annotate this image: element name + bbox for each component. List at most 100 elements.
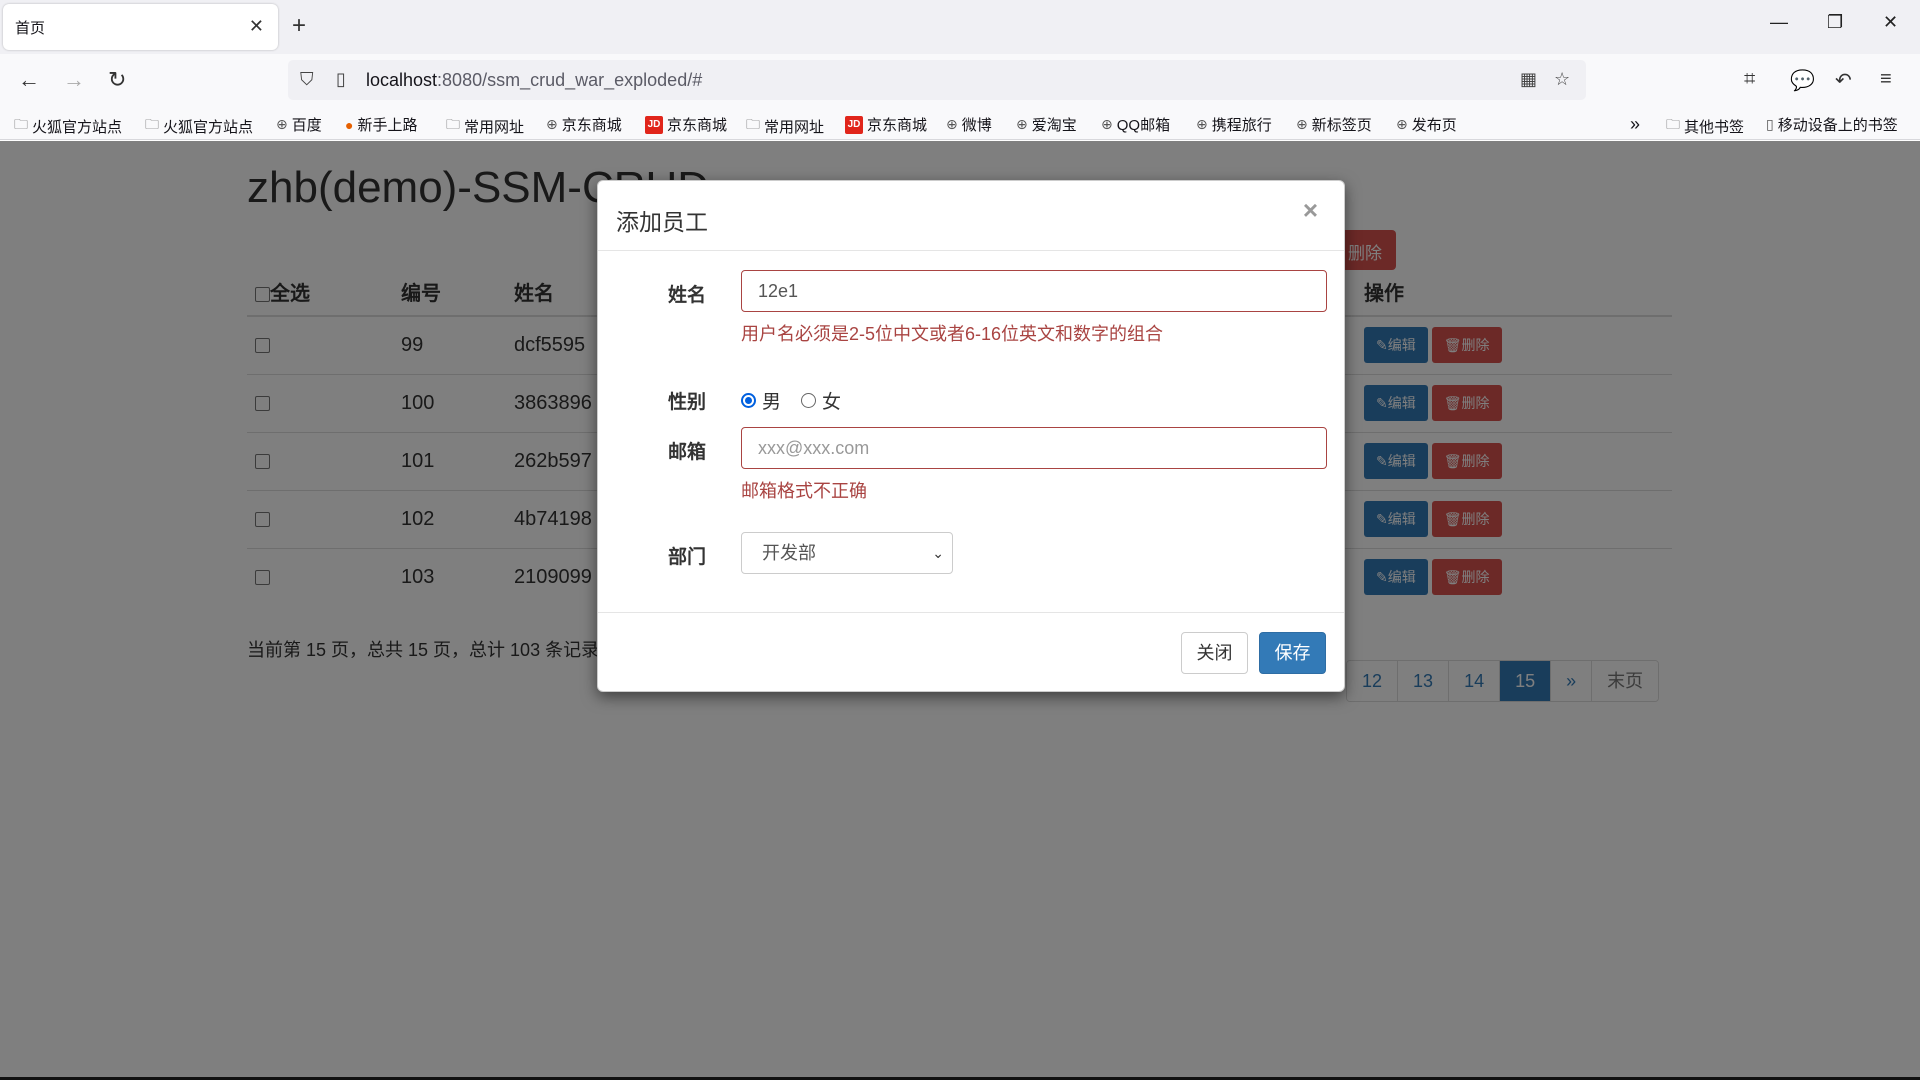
navigation-bar: ← → ↻ ⛉ ▯ localhost:8080/ssm_crud_war_ex… — [0, 54, 1920, 106]
dept-selected-value: 开发部 — [762, 543, 816, 563]
firefox-icon: ● — [345, 116, 354, 133]
folder-icon: 🗀 — [446, 116, 460, 132]
chevron-down-icon: ⌄ — [932, 545, 944, 561]
bookmark-item[interactable]: 🗀 常用网址 — [746, 114, 824, 138]
undo-icon[interactable]: ↶ — [1835, 68, 1852, 93]
radio-checked-icon[interactable] — [741, 393, 756, 408]
add-employee-modal: 添加员工 × 姓名 12e1 用户名必须是2-5位中文或者6-16位英文和数字的… — [597, 180, 1345, 692]
bookmark-item[interactable]: ⊕ 发布页 — [1396, 114, 1457, 135]
tab-bar: 首页 ✕ + — ❐ ✕ — [0, 0, 1920, 54]
jd-icon: JD — [645, 115, 663, 134]
name-input[interactable]: 12e1 — [741, 270, 1327, 312]
name-error: 用户名必须是2-5位中文或者6-16位英文和数字的组合 — [741, 324, 1164, 344]
page-icon: ▯ — [336, 69, 346, 89]
gender-male-label: 男 — [762, 392, 782, 413]
bookmark-label: QQ邮箱 — [1116, 117, 1171, 134]
gender-male-radio[interactable]: 男 — [741, 387, 781, 414]
reload-icon[interactable]: ↻ — [108, 68, 126, 92]
gender-female-label: 女 — [822, 392, 842, 413]
bookmark-label: 移动设备上的书签 — [1777, 117, 1898, 134]
bookmark-item[interactable]: JD 京东商城 — [645, 114, 727, 135]
url-host: localhost — [366, 70, 438, 90]
close-button[interactable]: 关闭 — [1181, 632, 1248, 674]
bookmark-item[interactable]: ⊕ 携程旅行 — [1196, 114, 1272, 135]
bookmark-item[interactable]: 🗀 常用网址 — [446, 114, 524, 138]
gender-label: 性别 — [668, 392, 707, 413]
bookmark-item[interactable]: ⊕ 京东商城 — [546, 114, 622, 135]
globe-icon: ⊕ — [1016, 116, 1028, 132]
bookmark-label: 京东商城 — [667, 117, 728, 134]
browser-tab[interactable]: 首页 ✕ — [3, 4, 278, 50]
radio-unchecked-icon[interactable] — [801, 393, 816, 408]
tab-title: 首页 — [15, 19, 46, 37]
shield-icon[interactable]: ⛉ — [300, 69, 314, 90]
bookmark-label: 新标签页 — [1311, 117, 1372, 134]
qr-code-icon[interactable]: ▦ — [1520, 69, 1537, 90]
forward-icon[interactable]: → — [63, 68, 85, 92]
gender-female-radio[interactable]: 女 — [801, 387, 841, 414]
bookmark-label: 爱淘宝 — [1031, 117, 1077, 134]
globe-icon: ⊕ — [1196, 116, 1208, 132]
minimize-icon[interactable]: — — [1770, 12, 1788, 33]
bookmark-item[interactable]: ⊕ 百度 — [276, 114, 322, 135]
bookmark-label: 火狐官方站点 — [32, 118, 123, 136]
save-button[interactable]: 保存 — [1259, 632, 1326, 674]
restore-icon[interactable]: ❐ — [1827, 12, 1843, 33]
tab-close-icon[interactable]: ✕ — [249, 16, 264, 37]
bookmark-label: 微博 — [961, 117, 992, 134]
globe-icon: ⊕ — [1101, 116, 1113, 132]
folder-icon: 🗀 — [746, 116, 760, 132]
globe-icon: ⊕ — [1396, 116, 1408, 132]
folder-icon: 🗀 — [145, 116, 159, 132]
crop-icon[interactable]: ⌗ — [1744, 68, 1755, 91]
bookmark-label: 常用网址 — [764, 118, 825, 136]
dept-label: 部门 — [668, 547, 707, 568]
modal-footer: 关闭 保存 — [598, 612, 1344, 692]
bookmark-item[interactable]: 🗀 火狐官方站点 — [145, 114, 253, 138]
bookmark-item[interactable]: JD 京东商城 — [845, 114, 927, 135]
bookmark-item[interactable]: 🗀 火狐官方站点 — [14, 114, 122, 138]
bookmark-label: 京东商城 — [867, 117, 928, 134]
globe-icon: ⊕ — [1296, 116, 1308, 132]
bookmark-label: 常用网址 — [464, 118, 525, 136]
star-icon[interactable]: ☆ — [1554, 69, 1570, 90]
chat-icon[interactable]: 💬 — [1790, 68, 1815, 93]
bookmark-label: 新手上路 — [357, 117, 418, 134]
modal-close-icon[interactable]: × — [1303, 195, 1318, 226]
bookmark-item[interactable]: ⊕ 爱淘宝 — [1016, 114, 1077, 135]
dept-select[interactable]: 开发部 ⌄ — [741, 532, 953, 574]
back-icon[interactable]: ← — [18, 68, 40, 92]
url-text[interactable]: localhost:8080/ssm_crud_war_exploded/# — [366, 70, 702, 91]
folder-icon: 🗀 — [14, 116, 28, 132]
modal-header: 添加员工 × — [598, 181, 1344, 251]
mobile-bookmarks[interactable]: ▯ 移动设备上的书签 — [1766, 114, 1898, 135]
url-path: :8080/ssm_crud_war_exploded/# — [437, 70, 703, 90]
mobile-icon: ▯ — [1766, 116, 1774, 132]
email-label: 邮箱 — [668, 442, 707, 463]
globe-icon: ⊕ — [276, 116, 288, 132]
name-label: 姓名 — [668, 285, 707, 306]
email-error: 邮箱格式不正确 — [741, 481, 867, 501]
bookmarks-bar: 🗀 火狐官方站点 🗀 火狐官方站点 ⊕ 百度 ● 新手上路 🗀 常用网址 ⊕ 京东商城 JD… — [0, 106, 1920, 140]
bookmark-label: 发布页 — [1411, 117, 1457, 134]
url-bar[interactable]: ⛉ ▯ localhost:8080/ssm_crud_war_exploded… — [288, 60, 1586, 100]
close-window-icon[interactable]: ✕ — [1883, 12, 1898, 33]
bookmark-label: 携程旅行 — [1211, 117, 1272, 134]
bookmark-item[interactable]: ⊕ 微博 — [946, 114, 992, 135]
globe-icon: ⊕ — [546, 116, 558, 132]
new-tab-button[interactable]: + — [292, 12, 306, 40]
bookmark-label: 京东商城 — [561, 117, 622, 134]
modal-title: 添加员工 — [616, 209, 708, 235]
more-bookmarks-icon[interactable]: » — [1630, 114, 1640, 135]
menu-icon[interactable]: ≡ — [1880, 68, 1892, 91]
jd-icon: JD — [845, 115, 863, 134]
bookmark-item[interactable]: ● 新手上路 — [345, 114, 417, 135]
other-bookmarks[interactable]: 🗀 其他书签 — [1666, 114, 1744, 138]
bookmark-item[interactable]: ⊕ 新标签页 — [1296, 114, 1372, 135]
bookmark-item[interactable]: ⊕ QQ邮箱 — [1101, 114, 1170, 135]
folder-icon: 🗀 — [1666, 116, 1680, 132]
globe-icon: ⊕ — [946, 116, 958, 132]
bookmark-label: 百度 — [291, 117, 322, 134]
email-input[interactable]: xxx@xxx.com — [741, 427, 1327, 469]
bookmark-label: 火狐官方站点 — [163, 118, 254, 136]
